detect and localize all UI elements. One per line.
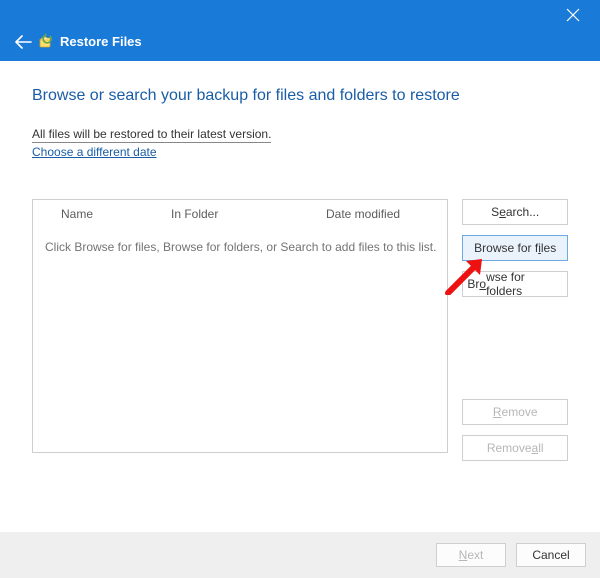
version-line: All files will be restored to their late… — [32, 127, 568, 143]
column-date-modified[interactable]: Date modified — [326, 207, 447, 221]
page-heading: Browse or search your backup for files a… — [32, 87, 568, 105]
side-buttons: Search... Browse for files Browse for fo… — [462, 199, 568, 461]
column-in-folder[interactable]: In Folder — [171, 207, 326, 221]
next-button: Next — [436, 543, 506, 567]
browse-for-files-button[interactable]: Browse for files — [462, 235, 568, 261]
content-area: Browse or search your backup for files a… — [0, 61, 600, 461]
list-header: Name In Folder Date modified — [33, 200, 447, 228]
remove-all-button: Remove all — [462, 435, 568, 461]
column-name[interactable]: Name — [61, 207, 171, 221]
file-list[interactable]: Name In Folder Date modified Click Brows… — [32, 199, 448, 453]
window-title: Restore Files — [60, 34, 142, 49]
search-button[interactable]: Search... — [462, 199, 568, 225]
restore-icon — [38, 32, 56, 53]
choose-date-link[interactable]: Choose a different date — [32, 145, 157, 159]
browse-for-folders-button[interactable]: Browse for folders — [462, 271, 568, 297]
remove-button: Remove — [462, 399, 568, 425]
close-button[interactable] — [566, 8, 582, 24]
empty-list-message: Click Browse for files, Browse for folde… — [33, 228, 447, 254]
back-button[interactable] — [14, 35, 32, 52]
version-text: All files will be restored to their late… — [32, 127, 271, 143]
title-bar: Restore Files — [0, 0, 600, 61]
cancel-button[interactable]: Cancel — [516, 543, 586, 567]
footer-bar: Next Cancel — [0, 532, 600, 578]
